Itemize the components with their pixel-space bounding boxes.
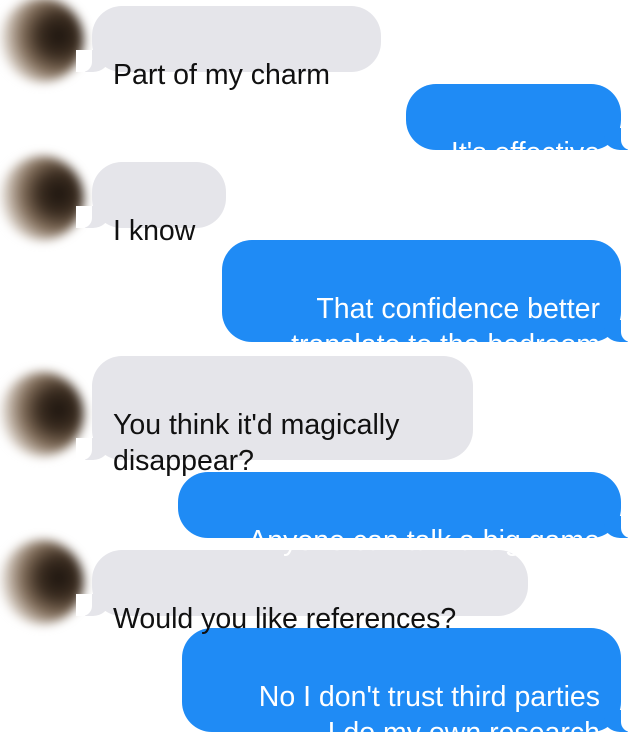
- outgoing-message-bubble[interactable]: No I don't trust third parties I do my o…: [182, 628, 637, 749]
- message-text: Part of my charm: [113, 59, 330, 91]
- message-text: It's effective: [450, 137, 600, 169]
- incoming-message-bubble[interactable]: Would you like references?: [76, 550, 528, 635]
- contact-avatar[interactable]: [0, 156, 84, 240]
- message-text: That confidence better translate to the …: [291, 293, 600, 361]
- incoming-message-bubble[interactable]: You think it'd magically disappear?: [76, 356, 473, 477]
- incoming-message-bubble[interactable]: I know: [76, 162, 226, 247]
- outgoing-message-bubble[interactable]: It's effective: [406, 84, 637, 169]
- message-text: Anyone can talk a big game: [248, 525, 600, 557]
- message-text: Would you like references?: [113, 603, 457, 635]
- outgoing-message-bubble[interactable]: That confidence better translate to the …: [222, 240, 637, 361]
- contact-avatar[interactable]: [0, 540, 84, 624]
- incoming-message-bubble[interactable]: Part of my charm: [76, 6, 381, 91]
- message-text: You think it'd magically disappear?: [113, 409, 400, 477]
- message-text: I know: [113, 215, 196, 247]
- contact-avatar[interactable]: [0, 372, 84, 456]
- outgoing-message-bubble[interactable]: Anyone can talk a big game: [178, 472, 637, 557]
- message-text: No I don't trust third parties I do my o…: [258, 681, 600, 749]
- contact-avatar[interactable]: [0, 0, 84, 82]
